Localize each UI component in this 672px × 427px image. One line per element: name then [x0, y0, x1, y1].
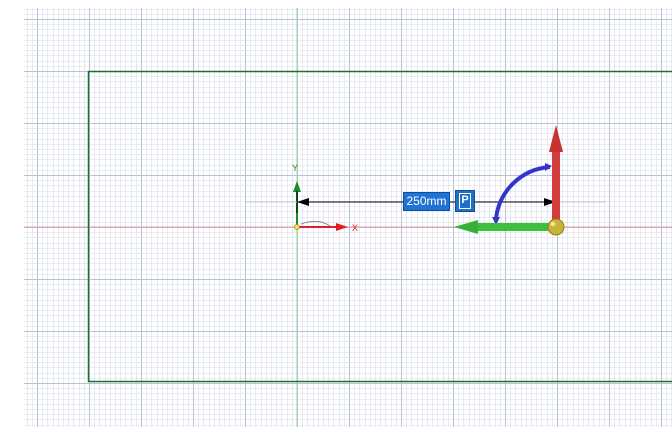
gizmo-center-handle-icon[interactable] — [547, 218, 565, 236]
red-y-arrow-icon[interactable] — [552, 150, 560, 227]
origin-y-arrowhead-icon — [293, 181, 301, 192]
dimension-value-input[interactable]: 250mm — [403, 192, 450, 211]
green-x-arrow-icon[interactable] — [476, 223, 556, 231]
origin-arc-icon — [300, 220, 331, 227]
origin-y-label: Y — [292, 163, 298, 173]
origin-point-icon — [294, 224, 300, 230]
gizmo-center-highlight — [550, 221, 556, 227]
red-y-arrowhead-icon[interactable] — [549, 125, 563, 152]
rotate-arc-start-icon — [545, 163, 552, 171]
origin-x-label: X — [352, 223, 358, 233]
drawing-canvas[interactable]: Y X — [0, 0, 672, 427]
drawing-viewport[interactable]: Y X 250mm P — [0, 0, 672, 427]
green-x-arrowhead-icon[interactable] — [454, 220, 478, 234]
pin-dimension-button[interactable]: P — [455, 190, 475, 212]
pin-icon: P — [459, 193, 471, 209]
origin-x-arrowhead-icon — [336, 223, 348, 231]
dimension-arrowhead-left-icon — [297, 198, 309, 206]
